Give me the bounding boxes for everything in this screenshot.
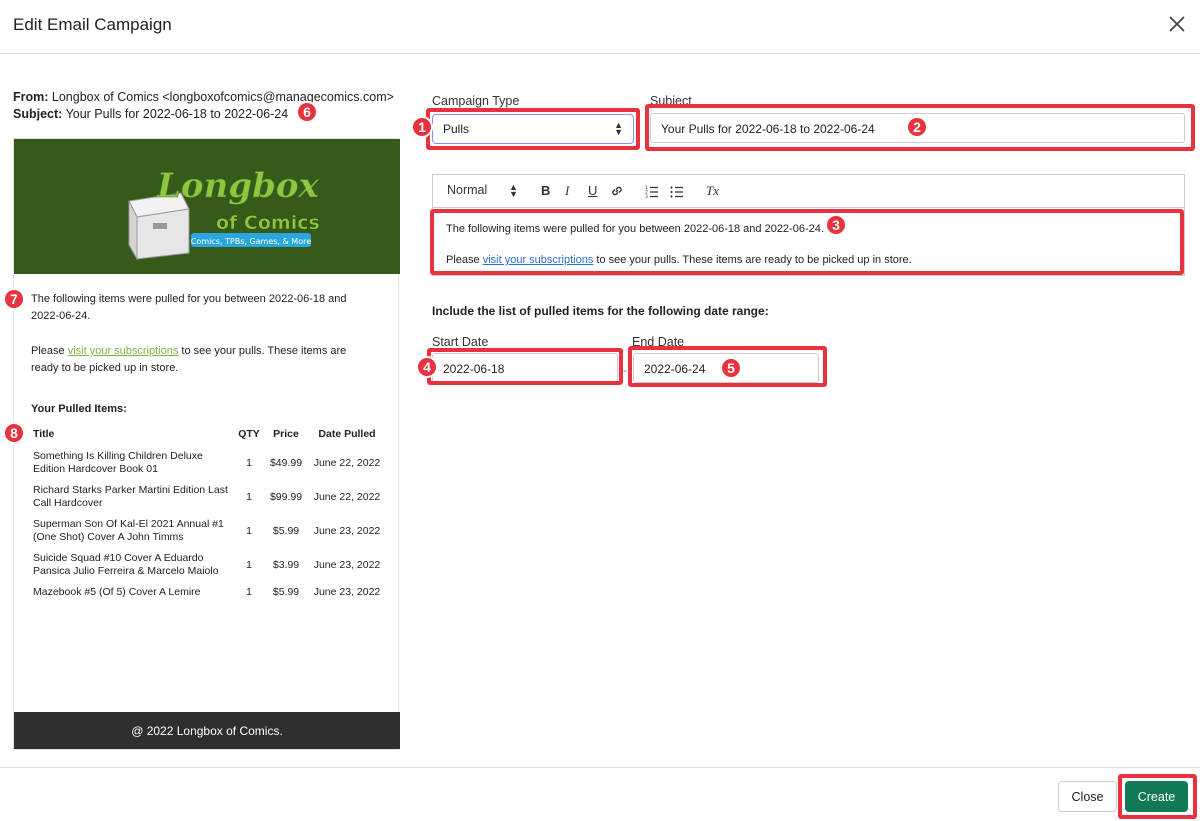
campaign-type-value: Pulls	[443, 122, 470, 136]
dialog-footer	[0, 767, 1200, 821]
close-icon[interactable]	[1165, 12, 1189, 36]
logo-text-of-comics: of Comics	[216, 212, 319, 234]
table-row: Mazebook #5 (Of 5) Cover A Lemire 1 $5.9…	[29, 582, 386, 603]
date-range-separator: -	[623, 363, 627, 377]
annotation-badge-6: 6	[296, 101, 318, 123]
item-qty: 1	[246, 524, 252, 537]
item-price: $5.99	[272, 524, 300, 537]
item-qty: 1	[246, 586, 252, 598]
email-footer: @ 2022 Longbox of Comics.	[14, 712, 400, 749]
table-row: Suicide Squad #10 Cover A Eduardo Pansic…	[29, 548, 386, 582]
format-chevron-icon[interactable]: ▲ ▼	[509, 183, 518, 199]
campaign-type-select[interactable]: Pulls ▲ ▼	[432, 114, 634, 144]
editor-subscriptions-link[interactable]: visit your subscriptions	[483, 254, 594, 266]
ordered-list-icon[interactable]: 123	[645, 184, 659, 201]
item-title: Suicide Squad #10 Cover A Eduardo Pansic…	[33, 552, 219, 577]
item-price: $99.99	[269, 490, 303, 503]
subject-field-label: Subject	[650, 94, 692, 108]
email-meta: From: Longbox of Comics <longboxofcomics…	[13, 89, 394, 123]
editor-p2-prefix: Please	[446, 254, 483, 266]
annotation-badge-3: 3	[825, 214, 847, 236]
item-date: June 22, 2022	[313, 490, 381, 503]
item-title: Superman Son Of Kal-El 2021 Annual #1 (O…	[33, 518, 224, 543]
table-row: Superman Son Of Kal-El 2021 Annual #1 (O…	[29, 514, 386, 548]
item-date: June 22, 2022	[313, 456, 381, 469]
col-qty: QTY	[238, 428, 260, 440]
editor-paragraph-2: Please visit your subscriptions to see y…	[446, 252, 912, 269]
end-date-label: End Date	[632, 335, 685, 349]
item-date: June 23, 2022	[313, 524, 381, 537]
create-button[interactable]: Create	[1125, 781, 1188, 812]
end-date-value: 2022-06-24	[644, 362, 706, 376]
item-date: June 23, 2022	[313, 558, 381, 571]
pulled-items-heading: Your Pulled Items:	[31, 403, 127, 415]
col-date: Date Pulled	[318, 428, 376, 440]
dialog-title: Edit Email Campaign	[13, 15, 172, 34]
svg-text:3: 3	[645, 194, 648, 198]
col-price: Price	[273, 428, 299, 440]
pulled-items-table: Title QTY Price Date Pulled Something Is…	[29, 424, 386, 603]
from-label: From:	[13, 90, 49, 104]
annotation-badge-1: 1	[411, 116, 433, 138]
annotation-badge-8: 8	[3, 422, 25, 444]
preview-subscriptions-link[interactable]: visit your subscriptions	[68, 345, 179, 357]
editor-toolbar: Normal ▲ ▼ B I U 123 Tx	[433, 175, 1184, 208]
start-date-value: 2022-06-18	[443, 362, 505, 376]
subject-value: Your Pulls for 2022-06-18 to 2022-06-24	[65, 107, 289, 121]
item-title: Mazebook #5 (Of 5) Cover A Lemire	[33, 586, 201, 598]
bold-icon[interactable]: B	[541, 183, 550, 198]
annotation-badge-5: 5	[720, 357, 742, 379]
table-row: Something Is Killing Children Deluxe Edi…	[29, 446, 386, 480]
start-date-label: Start Date	[432, 335, 489, 349]
bullet-list-icon[interactable]	[670, 184, 684, 201]
editor-p2-suffix: to see your pulls. These items are ready…	[593, 254, 912, 266]
annotation-badge-7: 7	[3, 288, 25, 310]
preview-paragraph-1: The following items were pulled for you …	[31, 293, 347, 322]
subject-label: Subject:	[13, 107, 63, 121]
preview-body: The following items were pulled for you …	[31, 291, 376, 395]
item-title: Something Is Killing Children Deluxe Edi…	[33, 450, 203, 475]
table-row: Richard Starks Parker Martini Edition La…	[29, 480, 386, 514]
annotation-badge-4: 4	[416, 356, 438, 378]
format-select[interactable]: Normal	[447, 183, 487, 197]
underline-icon[interactable]: U	[588, 183, 597, 198]
format-select-value: Normal	[447, 183, 488, 197]
item-title: Richard Starks Parker Martini Edition La…	[33, 484, 228, 509]
preview-paragraph-2: Please visit your subscriptions to see y…	[31, 343, 376, 377]
table-header-row: Title QTY Price Date Pulled	[29, 424, 386, 446]
date-range-heading: Include the list of pulled items for the…	[432, 304, 769, 318]
close-button[interactable]: Close	[1058, 781, 1117, 812]
clear-format-icon[interactable]: Tx	[706, 183, 719, 199]
logo-tagline: Comics, TPBs, Games, & More	[191, 237, 311, 246]
email-body-editor[interactable]: Normal ▲ ▼ B I U 123 Tx The following ite…	[432, 174, 1185, 276]
item-price: $3.99	[272, 558, 300, 571]
dialog-header: Edit Email Campaign	[0, 0, 1200, 54]
item-qty: 1	[246, 490, 252, 503]
item-date: June 23, 2022	[313, 586, 381, 598]
item-qty: 1	[246, 456, 252, 469]
email-banner: Longbox of Comics Comics, TPBs, Games, &…	[14, 139, 400, 274]
from-value: Longbox of Comics <longboxofcomics@manag…	[51, 90, 394, 104]
col-title: Title	[33, 428, 55, 440]
start-date-input[interactable]: 2022-06-18	[432, 353, 618, 383]
italic-icon[interactable]: I	[565, 183, 569, 199]
select-arrows-icon: ▲ ▼	[614, 120, 623, 137]
item-price: $5.99	[272, 586, 300, 598]
longbox-logo: Longbox of Comics Comics, TPBs, Games, &…	[128, 166, 319, 261]
logo-text-longbox: Longbox	[156, 166, 319, 206]
link-icon[interactable]	[610, 184, 624, 201]
email-preview: Longbox of Comics Comics, TPBs, Games, &…	[13, 138, 400, 750]
preview-p2-prefix: Please	[31, 345, 68, 357]
item-price: $49.99	[269, 456, 303, 469]
item-qty: 1	[246, 558, 252, 571]
subject-input-value: Your Pulls for 2022-06-18 to 2022-06-24	[661, 122, 875, 136]
campaign-type-label: Campaign Type	[432, 94, 520, 108]
annotation-badge-2: 2	[906, 116, 928, 138]
